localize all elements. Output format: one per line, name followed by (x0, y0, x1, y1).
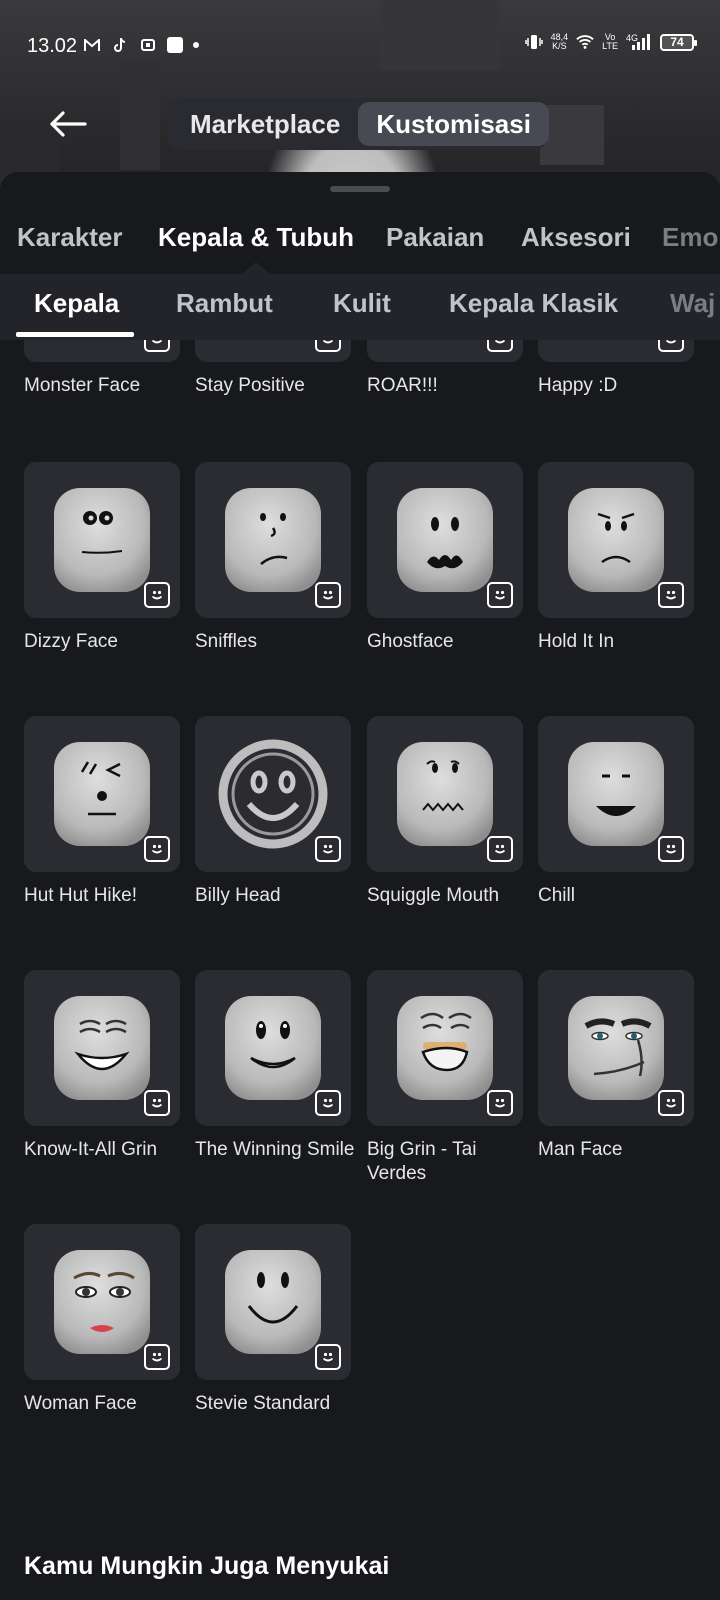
subtab-wajah[interactable]: Waj (670, 288, 715, 319)
item-name[interactable]: Ghostface (367, 630, 531, 654)
item-name[interactable]: Hold It In (538, 630, 702, 654)
face-badge-icon (658, 582, 684, 608)
face-badge-icon (144, 582, 170, 608)
marketplace-customize-switcher: Marketplace Kustomisasi (168, 98, 549, 150)
item-name[interactable]: Monster Face (24, 374, 188, 398)
item-name[interactable]: Hut Hut Hike! (24, 884, 188, 908)
volte-indicator: Vo LTE (602, 32, 618, 51)
item-name[interactable]: Know-It-All Grin (24, 1138, 188, 1162)
item-grid: Monster Face Stay Positive ROAR!!! Happy :D… (0, 340, 720, 1600)
item-name[interactable]: Billy Head (195, 884, 359, 908)
customize-sheet: Karakter Kepala & Tubuh Pakaian Aksesori… (0, 172, 720, 1600)
item-tile-stevie[interactable] (195, 1224, 351, 1380)
face-badge-icon (315, 1090, 341, 1116)
subtab-kepala[interactable]: Kepala (34, 288, 119, 319)
face-badge-icon (315, 340, 341, 352)
item-name[interactable]: Stay Positive (195, 374, 359, 398)
face-badge-icon (658, 836, 684, 862)
item-tile-man-face[interactable] (538, 970, 694, 1126)
face-badge-icon (658, 340, 684, 352)
arrow-left-icon (50, 111, 87, 137)
item-tile-stay-positive[interactable] (195, 340, 351, 362)
item-name[interactable]: Sniffles (195, 630, 359, 654)
section-title-recommendations: Kamu Mungkin Juga Menyukai (24, 1552, 390, 1580)
item-tile-dizzy[interactable] (24, 462, 180, 618)
svg-text:4G: 4G (626, 33, 638, 43)
status-time: 13.02 (27, 35, 78, 57)
item-tile-know-it-all[interactable] (24, 970, 180, 1126)
item-name[interactable]: Man Face (538, 1138, 702, 1162)
item-name[interactable]: Stevie Standard (195, 1392, 359, 1416)
subcategory-tabs: Kepala Rambut Kulit Kepala Klasik Waj (0, 274, 720, 340)
category-active-indicator (242, 262, 270, 274)
face-badge-icon (487, 582, 513, 608)
more-notifications-dot (193, 42, 199, 48)
subtab-rambut[interactable]: Rambut (176, 288, 273, 319)
item-name[interactable]: The Winning Smile (195, 1138, 359, 1162)
face-badge-icon (487, 1090, 513, 1116)
face-badge-icon (315, 582, 341, 608)
item-tile-ghost[interactable] (367, 462, 523, 618)
face-badge-icon (144, 1090, 170, 1116)
face-badge-icon (658, 1090, 684, 1116)
item-name[interactable]: ROAR!!! (367, 374, 531, 398)
item-tile-winning-smile[interactable] (195, 970, 351, 1126)
category-tab-pakaian[interactable]: Pakaian (386, 222, 484, 253)
category-tab-emote[interactable]: Emo (662, 222, 718, 253)
item-name[interactable]: Squiggle Mouth (367, 884, 531, 908)
item-tile-roar[interactable] (367, 340, 523, 362)
back-button[interactable] (46, 104, 90, 144)
item-tile-squiggle[interactable] (367, 716, 523, 872)
gmail-icon (83, 36, 101, 54)
sheet-drag-handle[interactable] (330, 186, 390, 192)
subtab-active-underline (16, 332, 134, 337)
app-notification-icon (139, 36, 157, 54)
cell-signal-icon: 4G (626, 33, 652, 51)
face-badge-icon (144, 1344, 170, 1370)
item-name[interactable]: Woman Face (24, 1392, 188, 1416)
tab-marketplace[interactable]: Marketplace (172, 102, 358, 146)
subtab-kepala-klasik[interactable]: Kepala Klasik (449, 288, 618, 319)
wifi-icon (576, 33, 594, 51)
face-badge-icon (315, 1344, 341, 1370)
category-tab-karakter[interactable]: Karakter (17, 222, 123, 253)
item-name[interactable]: Dizzy Face (24, 630, 188, 654)
status-bar: 13.02 48,4 K/S Vo LTE 4G 74 (0, 30, 720, 62)
item-tile-monster[interactable] (24, 340, 180, 362)
item-tile-big-grin[interactable] (367, 970, 523, 1126)
item-tile-sniffles[interactable] (195, 462, 351, 618)
item-name[interactable]: Big Grin - Tai Verdes (367, 1138, 531, 1186)
item-tile-happy[interactable] (538, 340, 694, 362)
category-tab-aksesori[interactable]: Aksesori (521, 222, 631, 253)
tab-kustomisasi[interactable]: Kustomisasi (358, 102, 549, 146)
item-tile-woman-face[interactable] (24, 1224, 180, 1380)
vibrate-icon (524, 33, 543, 51)
item-tile-billy[interactable] (195, 716, 351, 872)
roblox-notification-icon (167, 37, 183, 53)
face-badge-icon (487, 340, 513, 352)
face-badge-icon (144, 836, 170, 862)
subtab-kulit[interactable]: Kulit (333, 288, 391, 319)
category-tab-kepala-tubuh[interactable]: Kepala & Tubuh (158, 222, 354, 253)
face-badge-icon (144, 340, 170, 352)
item-name[interactable]: Happy :D (538, 374, 702, 398)
item-name[interactable]: Chill (538, 884, 702, 908)
tiktok-icon (111, 36, 129, 54)
face-badge-icon (315, 836, 341, 862)
item-tile-chill[interactable] (538, 716, 694, 872)
network-speed: 48,4 K/S (550, 32, 569, 51)
battery-indicator: 74 (660, 33, 697, 51)
category-tabs: Karakter Kepala & Tubuh Pakaian Aksesori… (0, 212, 720, 264)
item-tile-hold-it-in[interactable] (538, 462, 694, 618)
face-badge-icon (487, 836, 513, 862)
item-tile-hut-hut[interactable] (24, 716, 180, 872)
